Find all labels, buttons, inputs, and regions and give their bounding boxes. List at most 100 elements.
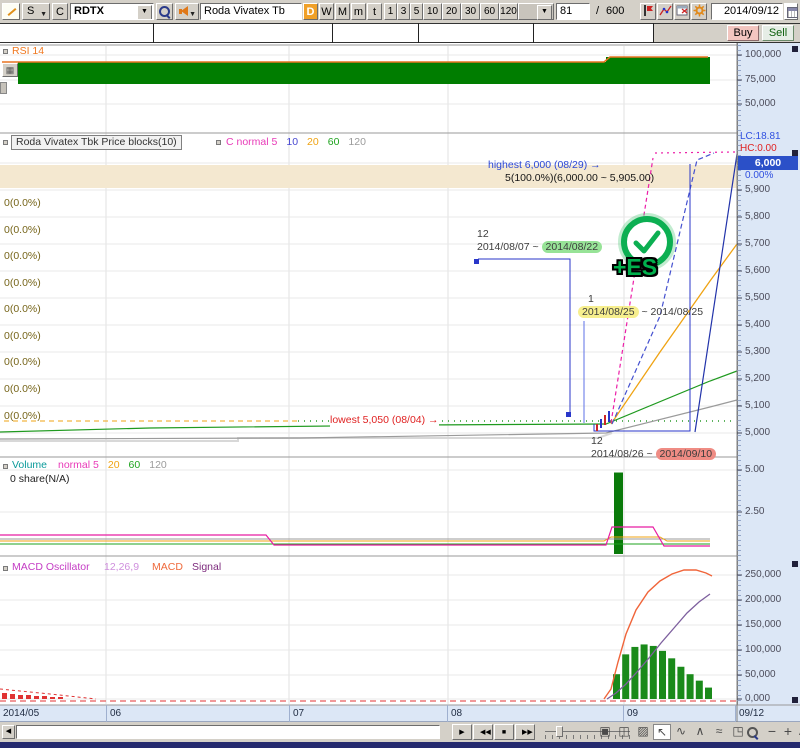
volume-axis-label: 2.50 — [745, 507, 799, 517]
panel-tab[interactable] — [0, 82, 7, 94]
panel-bullet[interactable] — [3, 140, 8, 145]
chevron-down-icon: ▼ — [537, 5, 552, 20]
interval-button-60[interactable]: 60 — [480, 3, 499, 20]
chevron-down-icon: ▼ — [40, 8, 47, 22]
price-axis-label: 5,800 — [745, 212, 799, 222]
date-axis-separator — [106, 705, 107, 722]
settings-gear-button[interactable] — [691, 3, 707, 20]
panel-bullet[interactable] — [216, 140, 221, 145]
rsi-axis-label: 50,000 — [745, 99, 799, 109]
date-axis-label: 08 — [451, 708, 462, 719]
chart-tool-icon-4[interactable]: ∿ — [672, 724, 690, 740]
range-annotation-3: 12 2014/08/26 ~ 2014/09/10 — [591, 435, 716, 461]
price-block-label: 0(0.0%) — [4, 383, 41, 395]
trading-app-window: S▼ C RDTX ▼ ▼ Roda Vivatex Tb DWMmt 1351… — [0, 0, 800, 748]
calendar-button[interactable] — [784, 3, 798, 20]
rsi-collapse-icon[interactable]: ▦ — [2, 63, 18, 77]
symbol-value: RDTX — [74, 5, 104, 17]
zoom-icon[interactable] — [747, 727, 758, 741]
interval-dropdown[interactable]: ▼ — [518, 3, 554, 20]
chart-tool-icon-0[interactable]: ▣ — [596, 724, 614, 740]
interval-button-5[interactable]: 5 — [410, 3, 423, 20]
interval-button-1[interactable]: 1 — [384, 3, 397, 20]
legend-item: C normal 5 — [226, 136, 277, 148]
period-button-M[interactable]: M — [335, 3, 350, 20]
horizontal-scrollbar[interactable] — [16, 725, 440, 739]
chart-tool-icon-3[interactable]: ↖ — [653, 724, 671, 740]
chart-tool-icon-7[interactable]: ◳ — [729, 724, 747, 740]
price-axis-label: 5,500 — [745, 293, 799, 303]
price-block-label: 0(0.0%) — [4, 356, 41, 368]
search-icon — [159, 6, 170, 17]
price-block-label: 0(0.0%) — [4, 250, 41, 262]
divider — [332, 23, 333, 43]
interval-button-120[interactable]: 120 — [499, 3, 518, 20]
sell-button[interactable]: Sell — [762, 25, 794, 41]
es-badge-label: +ES — [613, 254, 657, 281]
search-button[interactable] — [156, 3, 173, 20]
rewind-button[interactable]: ◀◀ — [473, 724, 493, 740]
range-count: 12 — [591, 435, 716, 448]
count-total: 600 — [606, 5, 624, 17]
pencil-icon — [8, 8, 17, 16]
symbol-input[interactable]: RDTX ▼ — [70, 3, 154, 20]
speed-slider-handle[interactable] — [556, 726, 563, 737]
snapshot-icon-button[interactable] — [674, 3, 690, 20]
chart-tool-icon-1[interactable]: ◫ — [615, 724, 633, 740]
period-button-t[interactable]: t — [367, 3, 382, 20]
volume-axis-label: 5.00 — [745, 465, 799, 475]
sound-dropdown[interactable]: ▼ — [175, 3, 199, 20]
range-count: 12 — [477, 228, 602, 241]
date-field[interactable]: 2014/09/12 — [711, 3, 783, 20]
interval-button-10[interactable]: 10 — [423, 3, 442, 20]
note-icon[interactable] — [2, 3, 20, 20]
date-axis-label: 07 — [293, 708, 304, 719]
macd-axis-label: 0,000 — [745, 694, 799, 704]
period-button-D[interactable]: D — [303, 3, 318, 20]
price-block-label: 0(0.0%) — [4, 277, 41, 289]
chevron-down-icon[interactable]: ▼ — [137, 5, 152, 20]
macd-line-label: MACD — [152, 561, 183, 574]
rsi-axis-label: 100,000 — [745, 50, 799, 60]
bar-count-input[interactable]: 81 — [556, 3, 590, 20]
price-alert-icon[interactable] — [640, 3, 656, 20]
date-axis-separator — [735, 705, 736, 722]
panel-resize-marker[interactable] — [792, 150, 798, 156]
range-annotation-1: 12 2014/08/07 ~ 2014/08/22 — [477, 228, 602, 254]
panel-bullet[interactable] — [3, 49, 8, 54]
divider — [533, 23, 534, 43]
highest-annotation: highest 6,000 (08/29) → — [488, 159, 601, 172]
macd-params: 12,26,9 — [104, 561, 139, 574]
buy-button[interactable]: Buy — [727, 25, 759, 41]
symbol-name-input[interactable]: Roda Vivatex Tb — [200, 3, 302, 20]
magnifier-icon — [747, 727, 758, 738]
quote-row-bg — [0, 24, 653, 42]
chart-type-button[interactable]: C — [52, 3, 68, 20]
price-block-label: 0(0.0%) — [4, 330, 41, 342]
period-button-W[interactable]: W — [319, 3, 334, 20]
range-date-highlighted: 2014/08/22 — [542, 241, 603, 253]
chart-tool-icon-2[interactable]: ▨ — [634, 724, 652, 740]
auto-scale-button[interactable]: A — [794, 724, 800, 740]
play-button[interactable]: ▶ — [452, 724, 472, 740]
macd-signal-label: Signal — [192, 561, 221, 574]
panel-bullet[interactable] — [3, 566, 8, 571]
panel-bullet[interactable] — [3, 464, 8, 469]
scroll-left-button[interactable]: ◀ — [2, 725, 15, 739]
chart-tool-icon-6[interactable]: ≈ — [710, 724, 728, 740]
divider — [653, 23, 654, 43]
interval-button-20[interactable]: 20 — [442, 3, 461, 20]
panel-resize-marker[interactable] — [792, 561, 798, 567]
top-toolbar: S▼ C RDTX ▼ ▼ Roda Vivatex Tb DWMmt 1351… — [0, 0, 800, 23]
fast-forward-button[interactable]: ▶▶ — [515, 724, 535, 740]
range-dates: 2014/08/07 ~ — [477, 241, 542, 253]
interval-button-30[interactable]: 30 — [461, 3, 480, 20]
chart-tool-icon-5[interactable]: ∧ — [691, 724, 709, 740]
price-block-range-annotation: 5(100.0%)(6,000.00 ~ 5,905.00) — [505, 172, 654, 185]
trend-chart-icon-button[interactable] — [657, 3, 673, 20]
series-dropdown[interactable]: S▼ — [22, 3, 50, 20]
stop-button[interactable]: ■ — [494, 724, 514, 740]
period-button-m[interactable]: m — [351, 3, 366, 20]
macd-axis-label: 50,000 — [745, 670, 799, 680]
interval-button-3[interactable]: 3 — [397, 3, 410, 20]
